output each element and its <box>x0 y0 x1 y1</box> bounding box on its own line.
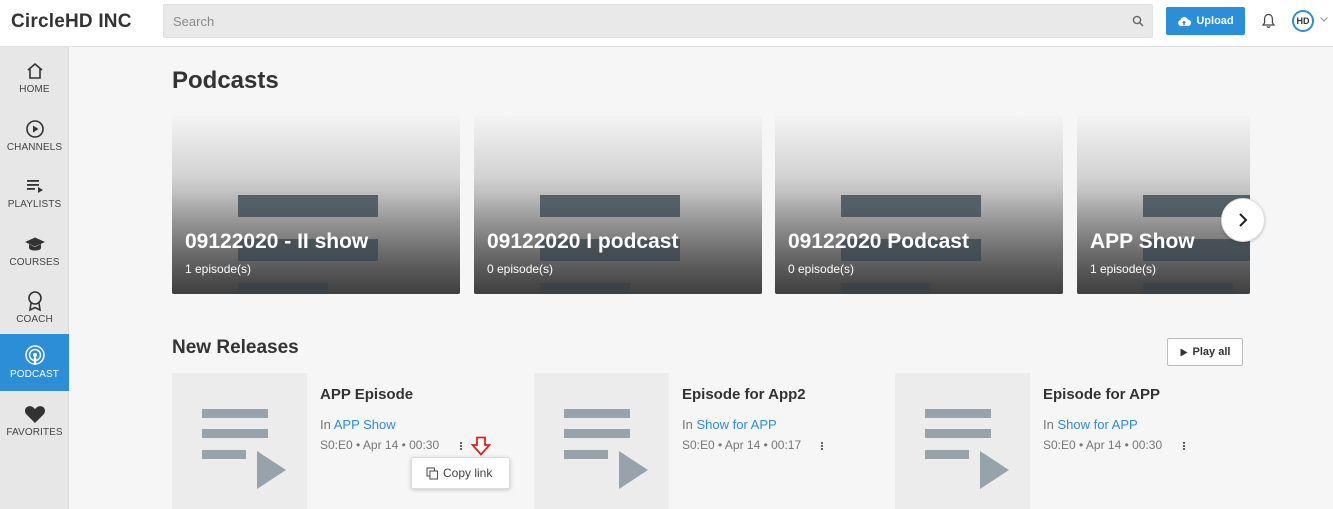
sidebar: HOME CHANNELS PLAYLISTS COURSES COACH PO… <box>0 47 69 509</box>
podcast-episode-count: 0 episode(s) <box>788 262 855 276</box>
podcast-card[interactable]: APP Show 1 episode(s) <box>1077 115 1250 294</box>
in-prefix: In <box>320 417 331 432</box>
podcast-title: 09122020 - II show <box>185 230 369 253</box>
upload-label: Upload <box>1196 15 1234 27</box>
avatar-initials: HD <box>1296 16 1310 26</box>
episode-thumbnail[interactable] <box>172 373 307 509</box>
podcast-title: APP Show <box>1090 230 1195 253</box>
sidebar-item-podcast[interactable]: PODCAST <box>0 334 69 391</box>
podcast-title: 09122020 Podcast <box>788 230 969 253</box>
copy-link-label: Copy link <box>443 466 493 480</box>
podcast-card[interactable]: 09122020 I podcast 0 episode(s) <box>474 115 762 294</box>
podcast-episode-count: 1 episode(s) <box>185 262 252 276</box>
graduation-cap-icon <box>24 233 46 255</box>
sidebar-item-label: FAVORITES <box>6 427 63 438</box>
episode-title[interactable]: APP Episode <box>320 386 413 403</box>
playlist-placeholder-icon <box>202 409 286 489</box>
heart-icon <box>24 403 46 425</box>
bell-icon[interactable] <box>1261 13 1276 29</box>
play-circle-icon <box>24 118 46 140</box>
sidebar-item-playlists[interactable]: PLAYLISTS <box>0 164 69 221</box>
episode-meta: S0:E0 • Apr 14 • 00:30 <box>1043 438 1163 452</box>
avatar[interactable]: HD <box>1292 10 1314 32</box>
playlist-placeholder-icon <box>564 409 648 489</box>
episode-meta: S0:E0 • Apr 14 • 00:30 <box>320 438 440 452</box>
episode-show-line: In Show for APP <box>682 417 777 432</box>
episode-title[interactable]: Episode for App2 <box>682 386 806 403</box>
sidebar-item-channels[interactable]: CHANNELS <box>0 107 69 164</box>
chevron-down-icon[interactable] <box>1319 14 1329 24</box>
copy-icon <box>426 466 439 480</box>
more-options-icon[interactable] <box>818 439 826 453</box>
podcasts-heading: Podcasts <box>172 67 279 94</box>
play-all-label: Play all <box>1192 346 1231 358</box>
podcast-episode-count: 0 episode(s) <box>487 262 554 276</box>
podcast-title: 09122020 I podcast <box>487 230 679 253</box>
episode-title[interactable]: Episode for APP <box>1043 386 1160 403</box>
chevron-right-icon <box>1239 213 1248 227</box>
home-icon <box>24 60 46 82</box>
playlist-icon <box>24 175 46 197</box>
sidebar-item-favorites[interactable]: FAVORITES <box>0 392 69 449</box>
sidebar-item-label: PLAYLISTS <box>7 199 62 210</box>
more-options-icon[interactable] <box>1180 439 1188 453</box>
episode-card[interactable]: Episode for APP In Show for APP S0:E0 • … <box>895 373 1235 509</box>
cloud-upload-icon <box>1178 16 1192 26</box>
sidebar-item-label: HOME <box>19 84 50 95</box>
copy-link-menu-item[interactable]: Copy link <box>411 457 510 489</box>
podcast-card[interactable]: 09122020 - II show 1 episode(s) <box>172 115 460 294</box>
new-releases-heading: New Releases <box>172 337 299 358</box>
upload-button[interactable]: Upload <box>1166 7 1245 35</box>
in-prefix: In <box>1043 417 1054 432</box>
top-header: CircleHD INC Upload HD <box>0 0 1333 47</box>
brand-name[interactable]: CircleHD INC <box>11 11 132 33</box>
episode-show-line: In APP Show <box>320 417 396 432</box>
episode-meta: S0:E0 • Apr 14 • 00:17 <box>682 438 802 452</box>
episode-thumbnail[interactable] <box>534 373 669 509</box>
episode-show-line: In Show for APP <box>1043 417 1138 432</box>
sidebar-item-label: CHANNELS <box>6 142 63 153</box>
podcast-icon <box>24 345 46 367</box>
sidebar-item-label: PODCAST <box>9 369 60 380</box>
play-all-button[interactable]: Play all <box>1167 338 1243 366</box>
sidebar-item-label: COACH <box>16 314 53 325</box>
podcast-episode-count: 1 episode(s) <box>1090 262 1157 276</box>
in-prefix: In <box>682 417 693 432</box>
carousel-next-button[interactable] <box>1221 198 1265 242</box>
arrow-down-icon <box>471 436 491 456</box>
show-link[interactable]: Show for APP <box>696 417 776 432</box>
episode-thumbnail[interactable] <box>895 373 1030 509</box>
sidebar-item-courses[interactable]: COURSES <box>0 222 69 279</box>
more-options-icon[interactable] <box>457 439 465 453</box>
show-link[interactable]: APP Show <box>334 417 396 432</box>
search-input[interactable] <box>164 5 1124 37</box>
sidebar-item-label: COURSES <box>9 257 60 268</box>
podcast-card[interactable]: 09122020 Podcast 0 episode(s) <box>775 115 1063 294</box>
award-icon <box>24 290 46 312</box>
sidebar-item-home[interactable]: HOME <box>0 49 69 106</box>
show-link[interactable]: Show for APP <box>1057 417 1137 432</box>
sidebar-item-coach[interactable]: COACH <box>0 279 69 336</box>
search-icon[interactable] <box>1132 15 1144 27</box>
search-bar[interactable] <box>163 4 1153 38</box>
playlist-placeholder-icon <box>925 409 1009 489</box>
play-icon <box>1180 348 1188 356</box>
episode-card[interactable]: Episode for App2 In Show for APP S0:E0 •… <box>534 373 874 509</box>
